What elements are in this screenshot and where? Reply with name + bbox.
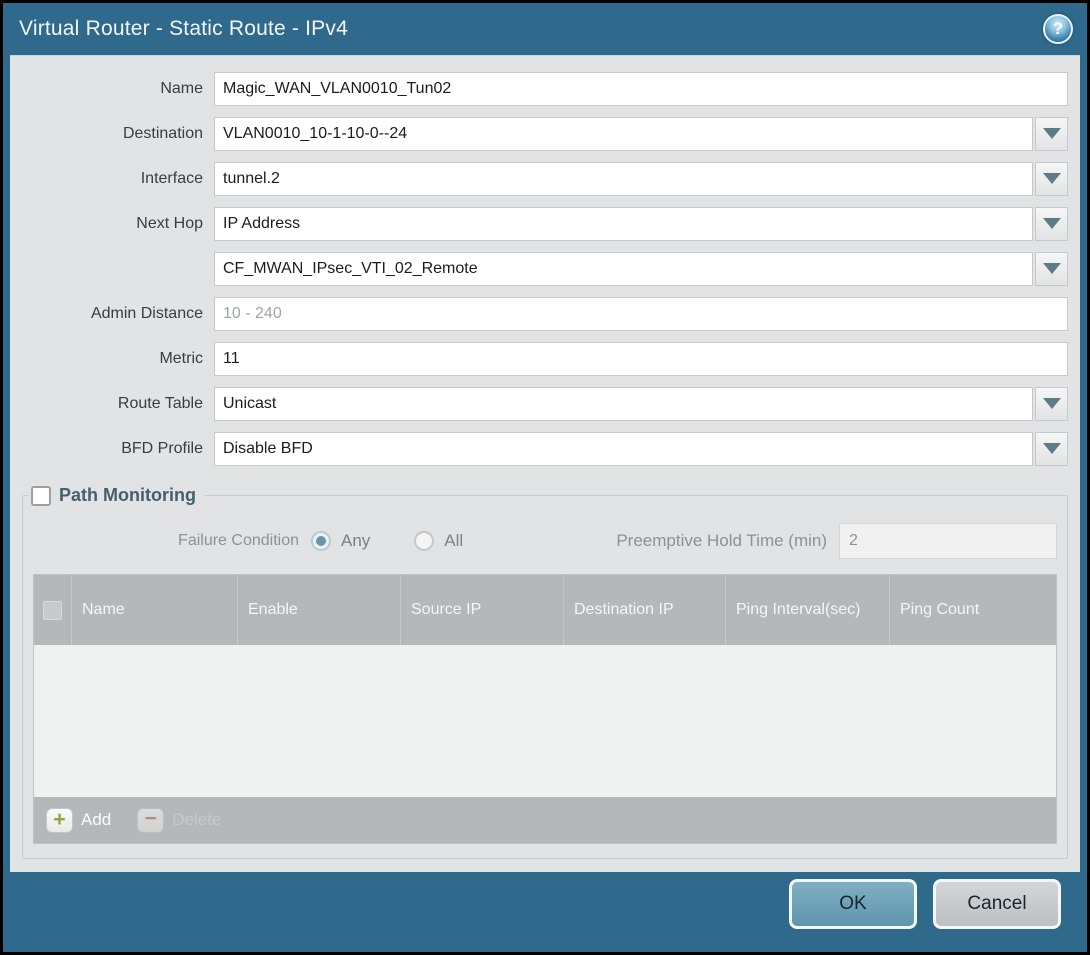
bfd-profile-dropdown-button[interactable]	[1035, 432, 1068, 466]
table-toolbar: + Add − Delete	[34, 797, 1056, 843]
radio-any-icon	[311, 531, 331, 551]
add-button[interactable]: + Add	[46, 808, 111, 833]
chevron-down-icon	[1043, 173, 1061, 184]
next-hop-row: Next Hop	[22, 201, 1068, 246]
failure-condition-options: Any All	[311, 531, 496, 551]
next-hop-address-row	[22, 246, 1068, 291]
interface-dropdown	[214, 162, 1068, 196]
delete-button-label: Delete	[172, 810, 221, 830]
next-hop-dropdown	[214, 207, 1068, 241]
path-monitoring-legend: Path Monitoring	[29, 485, 204, 506]
next-hop-address-input[interactable]	[214, 252, 1033, 286]
path-monitoring-checkbox[interactable]	[31, 486, 51, 506]
dialog-title: Virtual Router - Static Route - IPv4	[19, 17, 1043, 41]
question-mark-icon: ?	[1053, 19, 1063, 39]
chevron-down-icon	[1043, 128, 1061, 139]
table-header: Name Enable Source IP Destination IP Pin…	[34, 575, 1056, 645]
dialog-footer: OK Cancel	[3, 872, 1087, 952]
bfd-profile-row: BFD Profile	[22, 426, 1068, 471]
next-hop-input[interactable]	[214, 207, 1033, 241]
chevron-down-icon	[1043, 398, 1061, 409]
column-header-enable[interactable]: Enable	[238, 575, 401, 645]
interface-row: Interface	[22, 156, 1068, 201]
destination-input[interactable]	[214, 117, 1033, 151]
column-header-source-ip[interactable]: Source IP	[401, 575, 564, 645]
admin-distance-row: Admin Distance	[22, 291, 1068, 336]
chevron-down-icon	[1043, 218, 1061, 229]
interface-dropdown-button[interactable]	[1035, 162, 1068, 196]
radio-all-icon	[414, 531, 434, 551]
destination-row: Destination	[22, 111, 1068, 156]
admin-distance-label: Admin Distance	[22, 305, 214, 323]
route-table-dropdown	[214, 387, 1068, 421]
column-header-destination-ip[interactable]: Destination IP	[564, 575, 726, 645]
admin-distance-input[interactable]	[214, 297, 1068, 331]
metric-row: Metric	[22, 336, 1068, 381]
destination-dropdown-button[interactable]	[1035, 117, 1068, 151]
failure-condition-all-option[interactable]: All	[414, 531, 463, 551]
route-table-label: Route Table	[22, 395, 214, 413]
metric-input[interactable]	[214, 342, 1068, 376]
next-hop-dropdown-button[interactable]	[1035, 207, 1068, 241]
failure-condition-label: Failure Condition	[33, 532, 311, 550]
name-label: Name	[22, 80, 214, 98]
help-button[interactable]: ?	[1043, 14, 1073, 44]
minus-icon: −	[137, 808, 164, 833]
dialog-body: Name Destination Interface	[10, 55, 1080, 872]
add-button-label: Add	[81, 810, 111, 830]
interface-label: Interface	[22, 170, 214, 188]
dialog-titlebar: Virtual Router - Static Route - IPv4 ?	[3, 3, 1087, 55]
select-all-cell	[34, 575, 72, 645]
failure-condition-any-option[interactable]: Any	[311, 531, 370, 551]
select-all-checkbox[interactable]	[43, 601, 62, 620]
cancel-button[interactable]: Cancel	[933, 879, 1061, 929]
destination-label: Destination	[22, 125, 214, 143]
route-table-dropdown-button[interactable]	[1035, 387, 1068, 421]
destination-dropdown	[214, 117, 1068, 151]
chevron-down-icon	[1043, 263, 1061, 274]
radio-all-label: All	[444, 531, 463, 551]
failure-condition-row: Failure Condition Any All Preemptive Hol…	[33, 518, 1057, 564]
plus-icon: +	[46, 808, 73, 833]
column-header-ping-interval[interactable]: Ping Interval(sec)	[726, 575, 890, 645]
column-header-name[interactable]: Name	[72, 575, 238, 645]
ok-button[interactable]: OK	[789, 879, 917, 929]
bfd-profile-input[interactable]	[214, 432, 1033, 466]
table-body-empty	[34, 645, 1056, 797]
route-table-row: Route Table	[22, 381, 1068, 426]
interface-input[interactable]	[214, 162, 1033, 196]
next-hop-address-dropdown-button[interactable]	[1035, 252, 1068, 286]
metric-label: Metric	[22, 350, 214, 368]
column-header-ping-count[interactable]: Ping Count	[890, 575, 1056, 645]
radio-any-label: Any	[341, 531, 370, 551]
name-row: Name	[22, 66, 1068, 111]
path-monitoring-title: Path Monitoring	[59, 485, 196, 506]
preemptive-hold-time-input[interactable]	[839, 523, 1057, 559]
path-monitoring-section: Path Monitoring Failure Condition Any Al…	[22, 485, 1068, 859]
delete-button[interactable]: − Delete	[137, 808, 221, 833]
route-table-input[interactable]	[214, 387, 1033, 421]
name-input[interactable]	[214, 72, 1068, 106]
dialog-window: Virtual Router - Static Route - IPv4 ? N…	[0, 0, 1090, 955]
path-monitoring-table: Name Enable Source IP Destination IP Pin…	[33, 574, 1057, 844]
bfd-profile-label: BFD Profile	[22, 440, 214, 458]
chevron-down-icon	[1043, 443, 1061, 454]
preemptive-hold-time-label: Preemptive Hold Time (min)	[616, 531, 839, 551]
bfd-profile-dropdown	[214, 432, 1068, 466]
next-hop-label: Next Hop	[22, 215, 214, 233]
next-hop-address-dropdown	[214, 252, 1068, 286]
